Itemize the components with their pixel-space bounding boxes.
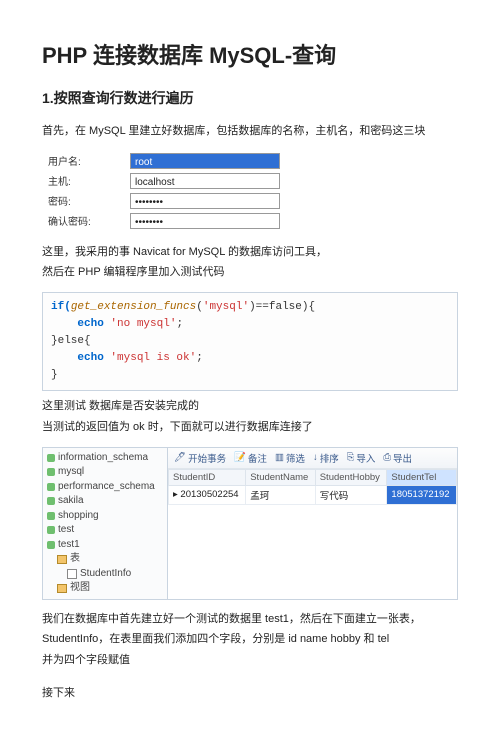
paragraph-after-3: 并为四个字段赋值 xyxy=(42,651,458,670)
btn-label: 排序 xyxy=(320,451,339,465)
connection-form: 用户名: root 主机: localhost 密码: •••••••• 确认密… xyxy=(42,151,286,231)
tree-label: test xyxy=(58,523,74,538)
tree-tables-node[interactable]: 表 xyxy=(47,552,163,567)
password-input[interactable]: •••••••• xyxy=(130,193,280,209)
database-icon xyxy=(47,541,55,549)
tree-label: 表 xyxy=(70,552,80,567)
password-label: 密码: xyxy=(42,191,124,211)
begin-transaction-button[interactable]: 🖊 开始事务 xyxy=(174,451,226,465)
confirm-password-input[interactable]: •••••••• xyxy=(130,213,280,229)
code-kw: echo xyxy=(51,318,110,330)
host-label: 主机: xyxy=(42,171,124,191)
database-icon xyxy=(47,497,55,505)
tree-db-item[interactable]: performance_schema xyxy=(47,480,163,495)
cell[interactable]: ▸ 20130502254 xyxy=(169,485,246,504)
tree-label: information_schema xyxy=(58,451,148,466)
db-tree: information_schema mysql performance_sch… xyxy=(43,448,168,599)
code-text: )==false){ xyxy=(249,301,315,313)
cell[interactable]: 写代码 xyxy=(315,485,387,504)
code-kw: if( xyxy=(51,301,71,313)
database-icon xyxy=(47,468,55,476)
code-str: 'mysql' xyxy=(203,301,249,313)
navicat-screenshot: information_schema mysql performance_sch… xyxy=(42,447,458,600)
col-header[interactable]: StudentName xyxy=(246,469,316,485)
cell-value: 20130502254 xyxy=(180,489,238,500)
tree-table-item[interactable]: StudentInfo xyxy=(47,567,163,582)
data-grid: StudentID StudentName StudentHobby Stude… xyxy=(168,469,457,505)
btn-label: 备注 xyxy=(248,451,267,465)
btn-label: 导入 xyxy=(356,451,375,465)
host-input[interactable]: localhost xyxy=(130,173,280,189)
code-text: ; xyxy=(196,352,203,364)
btn-label: 开始事务 xyxy=(188,451,226,465)
import-button[interactable]: ⎘ 导入 xyxy=(347,451,376,465)
tree-label: mysql xyxy=(58,465,84,480)
col-header[interactable]: StudentTel xyxy=(387,469,457,485)
table-icon xyxy=(67,569,77,579)
code-kw: echo xyxy=(51,352,110,364)
code-text: ( xyxy=(196,301,203,313)
tree-label: performance_schema xyxy=(58,480,155,495)
tree-db-item[interactable]: sakila xyxy=(47,494,163,509)
memo-button[interactable]: 📝 备注 xyxy=(234,451,267,465)
filter-button[interactable]: ▥ 筛选 xyxy=(275,451,305,465)
paragraph-tool-1: 这里，我采用的事 Navicat for MySQL 的数据库访问工具， xyxy=(42,243,458,262)
code-text: }else{ xyxy=(51,335,91,347)
folder-icon xyxy=(57,555,67,564)
code-str: 'mysql is ok' xyxy=(110,352,196,364)
tree-db-item[interactable]: shopping xyxy=(47,509,163,524)
confirm-password-label: 确认密码: xyxy=(42,211,124,231)
btn-label: 导出 xyxy=(393,451,412,465)
tree-db-item[interactable]: mysql xyxy=(47,465,163,480)
code-text: } xyxy=(51,369,58,381)
paragraph-after-1: 我们在数据库中首先建立好一个测试的数据里 test1，然后在下面建立一张表， xyxy=(42,610,458,629)
section-heading: 1.按照查询行数进行遍历 xyxy=(42,88,458,108)
paragraph-test-2: 当测试的返回值为 ok 时，下面就可以进行数据库连接了 xyxy=(42,418,458,437)
folder-icon xyxy=(57,584,67,593)
tree-db-item[interactable]: test xyxy=(47,523,163,538)
cell[interactable]: 18051372192 xyxy=(387,485,457,504)
database-icon xyxy=(47,454,55,462)
tree-db-item[interactable]: information_schema xyxy=(47,451,163,466)
intro-paragraph: 首先，在 MySQL 里建立好数据库，包括数据库的名称，主机名，和密码这三块 xyxy=(42,122,458,141)
document-page: PHP 连接数据库 MySQL-查询 1.按照查询行数进行遍历 首先，在 MyS… xyxy=(0,0,500,732)
code-str: 'no mysql' xyxy=(110,318,176,330)
export-button[interactable]: ⎙ 导出 xyxy=(383,451,412,465)
table-row[interactable]: ▸ 20130502254 孟珂 写代码 18051372192 xyxy=(169,485,457,504)
tree-label: test1 xyxy=(58,538,80,553)
paragraph-tool-2: 然后在 PHP 编辑程序里加入测试代码 xyxy=(42,263,458,282)
tree-views-node[interactable]: 视图 xyxy=(47,581,163,596)
code-text: ; xyxy=(176,318,183,330)
grid-toolbar: 🖊 开始事务 📝 备注 ▥ 筛选 ↓ 排序 ⎘ 导入 ⎙ 导出 xyxy=(168,448,457,469)
tree-label: StudentInfo xyxy=(80,567,131,582)
tree-label: 视图 xyxy=(70,581,90,596)
database-icon xyxy=(47,512,55,520)
tree-label: sakila xyxy=(58,494,84,509)
col-header[interactable]: StudentID xyxy=(169,469,246,485)
database-icon xyxy=(47,526,55,534)
code-func: get_extension_funcs xyxy=(71,301,196,313)
paragraph-test-1: 这里测试 数据库是否安装完成的 xyxy=(42,397,458,416)
database-icon xyxy=(47,483,55,491)
grid-header-row: StudentID StudentName StudentHobby Stude… xyxy=(169,469,457,485)
user-input[interactable]: root xyxy=(130,153,280,169)
page-title: PHP 连接数据库 MySQL-查询 xyxy=(42,38,458,70)
sort-button[interactable]: ↓ 排序 xyxy=(313,451,339,465)
user-label: 用户名: xyxy=(42,151,124,171)
grid-panel: 🖊 开始事务 📝 备注 ▥ 筛选 ↓ 排序 ⎘ 导入 ⎙ 导出 StudentI… xyxy=(168,448,457,599)
btn-label: 筛选 xyxy=(286,451,305,465)
col-header[interactable]: StudentHobby xyxy=(315,469,387,485)
paragraph-next: 接下来 xyxy=(42,684,458,703)
cell[interactable]: 孟珂 xyxy=(246,485,316,504)
tree-db-item[interactable]: test1 xyxy=(47,538,163,553)
paragraph-after-2: StudentInfo，在表里面我们添加四个字段，分别是 id name hob… xyxy=(42,630,458,649)
tree-label: shopping xyxy=(58,509,99,524)
code-block: if(get_extension_funcs('mysql')==false){… xyxy=(42,292,458,391)
